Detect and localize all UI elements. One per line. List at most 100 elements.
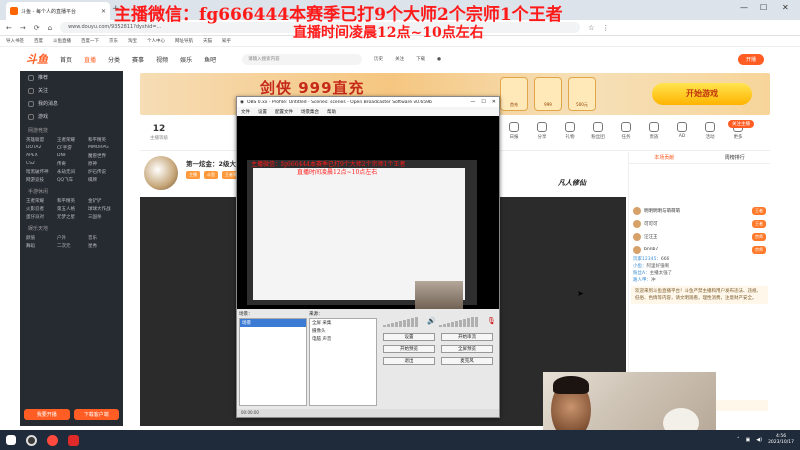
nav-live[interactable]: 直播 [84,55,96,64]
follow-anchor-button[interactable]: 关注主播 [728,120,754,128]
category-link[interactable]: 户外 [57,235,86,241]
category-link[interactable]: 和平精英 [57,198,86,204]
bookmark-item[interactable]: 京东 [109,38,118,44]
sidebar-item-recommend[interactable]: 推荐 [20,71,123,84]
category-link[interactable]: CF手游 [57,145,86,151]
bookmark-item[interactable]: 天猫 [203,38,212,44]
category-link[interactable]: 蛋仔派对 [26,214,55,220]
menu-item[interactable]: 配置文件 [275,109,293,115]
action-ad[interactable]: AD [668,122,696,139]
fullscreen-preview-button[interactable]: 全屏预览 [441,345,493,353]
minimize-icon[interactable]: — [470,99,475,105]
browser-tab[interactable]: 斗鱼 - 每个人的直播平台 ✕ [6,2,110,20]
chevron-up-icon[interactable]: ˄ [737,437,740,443]
category-link[interactable]: QQ飞车 [57,177,86,183]
bookmark-item[interactable]: 百度 [34,38,43,44]
bookmark-item[interactable]: 网址导航 [175,38,193,44]
category-link[interactable]: CS2 [26,161,55,167]
category-link[interactable]: 棋牌 [88,177,117,183]
maximize-icon[interactable]: ☐ [481,99,485,105]
download-client-button[interactable]: 下载客户端 [73,409,119,420]
action-noble[interactable]: 贵族 [640,122,668,140]
nav-home[interactable]: 首页 [60,55,72,64]
category-link[interactable]: 星秀 [88,243,117,249]
category-link[interactable]: 球球大作战 [88,206,117,212]
open-stream-button[interactable]: 开播 [737,53,764,65]
star-icon[interactable]: ☆ [588,24,594,32]
history-icon[interactable]: 历史 [374,56,383,62]
room-tag[interactable]: 斗鱼 [204,171,218,179]
category-link[interactable]: 魔兽世界 [88,153,117,159]
category-link[interactable]: 暗黑破坏神 [26,169,55,175]
start-preview-button[interactable]: 开始预览 [383,345,435,353]
bookmark-item[interactable]: 斗鱼直播 [53,38,71,44]
menu-item[interactable]: 场景集合 [301,109,319,115]
nav-fishbar[interactable]: 鱼吧 [204,55,216,64]
bookmark-item[interactable]: 淘宝 [128,38,137,44]
scene-item[interactable]: 场景 [240,319,306,327]
back-icon[interactable]: ← [6,24,12,32]
category-link[interactable]: 王者荣耀 [26,198,55,204]
scenes-list[interactable]: 场景 [239,318,307,406]
avatar[interactable]: ● [437,57,441,62]
menu-item[interactable]: 帮助 [327,109,336,115]
rank-row[interactable]: 汪汪王 宗师 [629,230,770,243]
category-link[interactable]: 炉石传说 [88,169,117,175]
bookmark-item[interactable]: 知乎 [222,38,231,44]
minimize-icon[interactable]: — [740,3,748,12]
sidebar-item-games[interactable]: 游戏 [20,110,123,123]
nav-entertainment[interactable]: 娱乐 [180,55,192,64]
forward-icon[interactable]: → [20,24,26,32]
exit-button[interactable]: 退出 [383,357,435,365]
close-window-icon[interactable]: ✕ [782,3,789,12]
sidebar-item-messages[interactable]: 我的消息 [20,97,123,110]
sources-list[interactable]: 全屏 采集 摄像头 电脑 声音 [309,318,377,406]
network-icon[interactable]: ▣ [746,437,751,443]
speaker-icon[interactable]: 🔊 [427,317,436,325]
source-item[interactable]: 电脑 声音 [310,335,376,343]
tab-weekly[interactable]: 周榜排行 [700,152,771,163]
category-link[interactable]: DNF [57,153,86,159]
source-item[interactable]: 全屏 采集 [310,319,376,327]
follow-icon[interactable]: 关注 [395,56,404,62]
category-link[interactable]: 音乐 [88,235,117,241]
search-input[interactable]: 请输入搜索内容 [242,53,363,65]
category-link[interactable]: DOTA2 [26,145,55,151]
action-task[interactable]: 任务 [612,122,640,140]
action-event[interactable]: 活动 [696,122,724,140]
action-share[interactable]: 分享 [528,122,556,140]
action-daily[interactable]: 日报 [500,122,528,140]
category-link[interactable]: 和平精英 [88,137,117,143]
obs-titlebar[interactable]: ◉ OBS 0.xx - Profile: Untitled - Scenes:… [237,97,499,107]
bookmark-item[interactable]: 导入书签 [6,38,24,44]
rank-row[interactable]: 明明明明与萌萌萌 王者 [629,204,770,217]
windows-start-icon[interactable] [6,435,16,445]
tab-contribution[interactable]: 本场贡献 [629,152,700,163]
category-link[interactable]: MMORPG [88,145,117,151]
category-link[interactable]: 元梦之星 [57,214,86,220]
browser-taskbar-icon[interactable] [47,434,58,446]
douyu-logo[interactable]: 斗鱼 [26,51,48,67]
bookmark-item[interactable]: 个人中心 [147,38,165,44]
category-link[interactable]: 舞蹈 [26,243,55,249]
obs-taskbar-icon[interactable] [26,434,37,446]
maximize-icon[interactable]: ☐ [760,3,767,12]
obs-window[interactable]: ◉ OBS 0.xx - Profile: Untitled - Scenes:… [236,96,500,418]
menu-item[interactable]: 文件 [241,109,250,115]
nav-video[interactable]: 视频 [156,55,168,64]
start-stream-button[interactable]: 我要开播 [24,409,70,420]
category-link[interactable]: 颜值 [26,235,55,241]
category-link[interactable]: 传奇 [57,161,86,167]
category-link[interactable]: 三国杀 [88,214,117,220]
extensions-icon[interactable]: ⋮ [602,24,609,32]
rank-row[interactable]: 可可可 王者 [629,217,770,230]
category-link[interactable]: 原神 [88,161,117,167]
category-link[interactable]: 第五人格 [57,206,86,212]
category-link[interactable]: 英雄联盟 [26,137,55,143]
bookmark-item[interactable]: 百度一下 [81,38,99,44]
settings-button[interactable]: 设置 [383,333,435,341]
home-icon[interactable]: ⌂ [48,24,52,32]
action-gift[interactable]: 礼物 [556,122,584,140]
room-tag[interactable]: 主播 [186,171,200,179]
start-game-button[interactable]: 开始游戏 [652,83,752,105]
